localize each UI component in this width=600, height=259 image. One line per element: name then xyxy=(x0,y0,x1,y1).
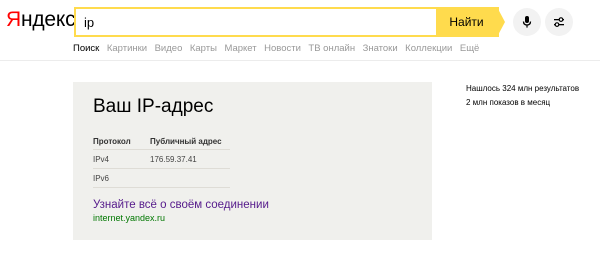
logo-first-letter: Я xyxy=(6,8,21,31)
ip-address-card: Ваш IP-адрес Протокол Публичный адрес IP… xyxy=(73,82,432,240)
ip-table: Протокол Публичный адрес IPv4 176.59.37.… xyxy=(93,132,230,188)
voice-search-button[interactable] xyxy=(513,8,541,36)
column-protocol: Протокол xyxy=(93,136,131,146)
tab-video[interactable]: Видео xyxy=(155,43,183,54)
header-divider xyxy=(0,60,600,61)
table-row: IPv6 xyxy=(93,169,230,188)
tab-more[interactable]: Ещё xyxy=(460,43,479,54)
search-input[interactable] xyxy=(76,9,474,35)
table-row: IPv4 176.59.37.41 xyxy=(93,150,230,169)
tab-news[interactable]: Новости xyxy=(264,43,301,54)
monthly-impressions: 2 млн показов в месяц xyxy=(466,98,551,107)
service-tabs: Поиск Картинки Видео Карты Маркет Новост… xyxy=(73,43,487,54)
ip-table-header: Протокол Публичный адрес xyxy=(93,132,230,150)
filter-sliders-icon xyxy=(554,17,564,28)
tab-maps[interactable]: Карты xyxy=(190,43,217,54)
tab-search[interactable]: Поиск xyxy=(73,43,99,54)
yandex-logo[interactable]: Яндекс xyxy=(6,8,76,32)
tab-tv-online[interactable]: ТВ онлайн xyxy=(308,43,355,54)
protocol-cell: IPv4 xyxy=(93,155,110,164)
tab-images[interactable]: Картинки xyxy=(107,43,147,54)
source-domain-link[interactable]: internet.yandex.ru xyxy=(93,213,165,223)
connection-info-link[interactable]: Узнайте всё о своём соединении xyxy=(93,199,269,211)
tab-experts[interactable]: Знатоки xyxy=(363,43,398,54)
protocol-cell: IPv6 xyxy=(93,174,110,183)
ip-card-title: Ваш IP-адрес xyxy=(93,96,214,117)
results-count: Нашлось 324 млн результатов xyxy=(466,84,580,93)
microphone-icon xyxy=(522,16,532,28)
search-button[interactable]: Найти xyxy=(436,7,505,37)
search-filters-button[interactable] xyxy=(545,8,573,36)
logo-rest: ндекс xyxy=(20,8,76,31)
tab-market[interactable]: Маркет xyxy=(224,43,256,54)
column-public-address: Публичный адрес xyxy=(150,136,222,146)
tab-collections[interactable]: Коллекции xyxy=(405,43,452,54)
address-cell[interactable]: 176.59.37.41 xyxy=(150,155,197,164)
